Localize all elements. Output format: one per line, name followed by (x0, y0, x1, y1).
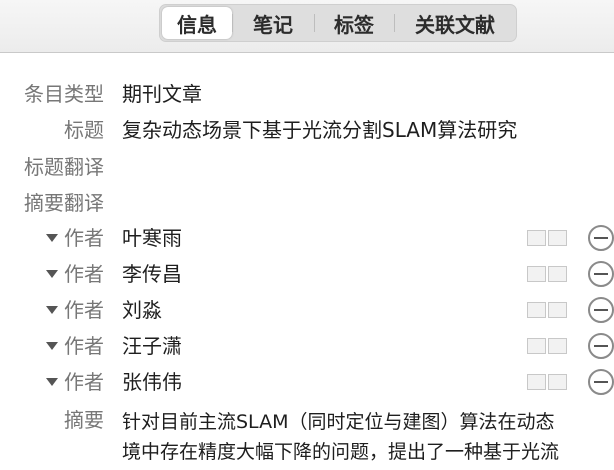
field-row-title: 标题 复杂动态场景下基于光流分割SLAM算法研究 (0, 113, 614, 147)
chevron-down-icon (46, 305, 58, 314)
field-label-title: 标题 (64, 118, 104, 142)
field-row-title-translation: 标题翻译 (0, 150, 614, 184)
creator-name-field[interactable]: 李传昌 (122, 257, 182, 291)
creator-row: 作者 叶寒雨 (0, 221, 614, 255)
name-mode-toggle-icon[interactable] (527, 266, 567, 282)
field-row-abstract-translation: 摘要翻译 (0, 186, 614, 220)
chevron-down-icon (46, 377, 58, 386)
remove-creator-button[interactable] (588, 225, 614, 251)
name-mode-toggle-icon[interactable] (527, 374, 567, 390)
item-type-select[interactable]: 期刊文章 (122, 77, 202, 111)
creator-name-field[interactable]: 刘淼 (122, 293, 162, 327)
title-field[interactable]: 复杂动态场景下基于光流分割SLAM算法研究 (122, 113, 517, 147)
creator-type-menu[interactable]: 作者 (46, 293, 104, 327)
tab-bar: 信息 笔记 标签 关联文献 (159, 4, 517, 42)
creator-row: 作者 李传昌 (0, 257, 614, 291)
remove-creator-button[interactable] (588, 297, 614, 323)
creator-type-menu[interactable]: 作者 (46, 329, 104, 363)
creator-name-field[interactable]: 叶寒雨 (122, 221, 182, 255)
field-label-title-translation: 标题翻译 (24, 155, 104, 179)
creator-role-label: 作者 (64, 370, 104, 394)
tab-info[interactable]: 信息 (162, 7, 232, 39)
creator-type-menu[interactable]: 作者 (46, 221, 104, 255)
abstract-line: 针对目前主流SLAM（同时定位与建图）算法在动态 (122, 411, 555, 433)
creator-row: 作者 刘淼 (0, 293, 614, 327)
tab-related[interactable]: 关联文献 (394, 5, 516, 41)
chevron-down-icon (46, 269, 58, 278)
creator-role-label: 作者 (64, 226, 104, 250)
remove-creator-button[interactable] (588, 333, 614, 359)
remove-creator-button[interactable] (588, 369, 614, 395)
remove-creator-button[interactable] (588, 261, 614, 287)
tab-tags[interactable]: 标签 (314, 5, 394, 41)
name-mode-toggle-icon[interactable] (527, 302, 567, 318)
field-row-item-type: 条目类型 期刊文章 (0, 77, 614, 111)
name-mode-toggle-icon[interactable] (527, 338, 567, 354)
creator-role-label: 作者 (64, 262, 104, 286)
creator-type-menu[interactable]: 作者 (46, 257, 104, 291)
creator-role-label: 作者 (64, 334, 104, 358)
name-mode-toggle-icon[interactable] (527, 230, 567, 246)
field-label-abstract: 摘要 (64, 408, 104, 432)
chevron-down-icon (46, 341, 58, 350)
tab-notes[interactable]: 笔记 (232, 5, 314, 41)
creator-name-field[interactable]: 张伟伟 (122, 365, 182, 399)
field-label-item-type: 条目类型 (24, 82, 104, 106)
creator-type-menu[interactable]: 作者 (46, 365, 104, 399)
item-pane-header: 信息 笔记 标签 关联文献 (0, 0, 614, 53)
creator-name-field[interactable]: 汪子潇 (122, 329, 182, 363)
abstract-line: 境中存在精度大幅下降的问题，提出了一种基于光流 (122, 441, 560, 463)
creator-row: 作者 张伟伟 (0, 365, 614, 399)
field-label-abstract-translation: 摘要翻译 (24, 191, 104, 215)
creator-role-label: 作者 (64, 298, 104, 322)
chevron-down-icon (46, 233, 58, 242)
abstract-field[interactable]: 针对目前主流SLAM（同时定位与建图）算法在动态 境中存在精度大幅下降的问题，提… (122, 407, 614, 467)
creator-row: 作者 汪子潇 (0, 329, 614, 363)
